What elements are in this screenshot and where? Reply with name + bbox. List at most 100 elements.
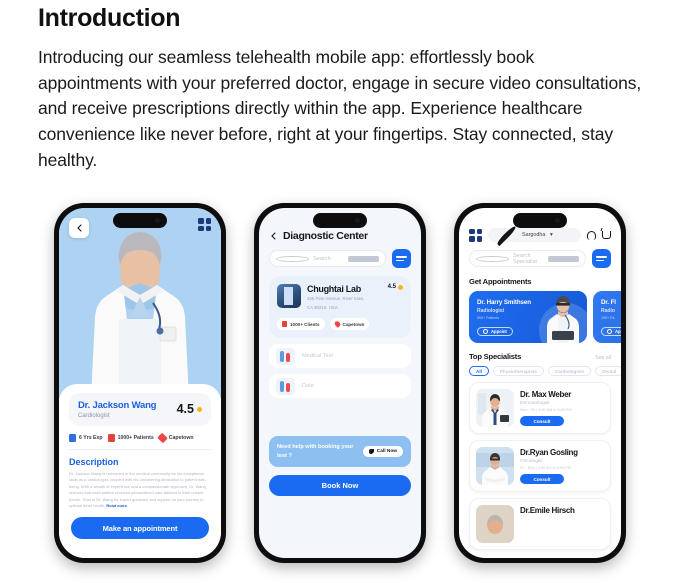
appointment-cards-carousel[interactable]: Dr. Harry Smithsen Radiologist 500+ Pati… <box>459 291 621 343</box>
appointment-doctor-patients: 100+ Pa <box>601 315 615 320</box>
microphone-icon[interactable] <box>348 255 379 262</box>
lab-chip: 1000+ Clients <box>277 318 325 331</box>
phone2-screen: Diagnostic Center Search Chughtai Lab 45… <box>259 208 421 558</box>
filter-chip-physiotherapists[interactable]: Physiotherapists <box>492 366 544 376</box>
description-body: Dr. Jackson Wang is renowned in the medi… <box>69 471 211 511</box>
bell-icon[interactable] <box>587 230 596 240</box>
filter-chip-cardiologists[interactable]: Cardiologists <box>547 366 592 376</box>
star-icon <box>398 284 403 290</box>
specialist-card[interactable]: Dr. Max Weber Dermatologist Mon - Fri | … <box>469 382 611 434</box>
appoint-label: Appoint <box>615 329 621 334</box>
consult-button[interactable]: Consult <box>520 416 564 426</box>
lab-summary: Chughtai Lab 455 Pine Avenue, River town… <box>277 284 403 311</box>
doctor-rating: 4.5 <box>177 402 202 416</box>
search-input[interactable]: Search <box>269 250 386 267</box>
call-now-button[interactable]: Call Now <box>362 446 403 458</box>
phone-mockup-home: Sargodha ▾ Search Specialist Get Appoint… <box>454 203 626 563</box>
lab-rating: 4.5 <box>388 284 403 290</box>
doctor-stat: 1000+ Patients <box>107 433 154 442</box>
chevron-left-icon <box>76 224 82 232</box>
see-all-link[interactable]: See all <box>595 355 611 361</box>
star-icon <box>197 406 202 412</box>
doctor-stat-label: 6 Yrs Exp <box>79 434 103 441</box>
filter-button[interactable] <box>592 249 611 268</box>
back-button[interactable] <box>69 218 89 238</box>
lab-address-line1: 455 Pine Avenue, River town, <box>307 296 365 301</box>
doctor-detail-sheet: Dr. Jackson Wang Cardiologist 4.5 6 Yrs … <box>59 384 221 558</box>
appointment-card[interactable]: Dr. Fl Radio 100+ Pa Appoint <box>593 291 621 343</box>
doctor-photo <box>476 389 514 427</box>
filter-chip-all[interactable]: All <box>469 366 489 376</box>
phone-mockup-diagnostic-center: Diagnostic Center Search Chughtai Lab 45… <box>254 203 426 563</box>
doctor-stat-label: Capetown <box>168 434 194 441</box>
lab-address-line2: CA 90210, USA <box>307 304 338 310</box>
lab-text: Chughtai Lab 455 Pine Avenue, River town… <box>307 284 365 311</box>
appointment-doctor-specialty: Radiologist <box>477 308 505 314</box>
consult-button[interactable]: Consult <box>520 474 564 484</box>
read-more-link[interactable]: Read more <box>106 503 127 508</box>
location-selector[interactable]: Sargodha ▾ <box>488 224 581 246</box>
specialist-photo <box>476 447 514 485</box>
appointment-card[interactable]: Dr. Harry Smithsen Radiologist 500+ Pati… <box>469 291 587 343</box>
appoint-button[interactable]: Appoint <box>601 327 621 336</box>
specialist-photo <box>476 505 514 543</box>
filter-button[interactable] <box>392 249 411 268</box>
grid-icon[interactable] <box>469 228 482 242</box>
microphone-icon[interactable] <box>548 255 579 262</box>
specialist-hours: Fri - Sun | 9:00 AM to 5:00 PM <box>520 466 572 470</box>
plus-circle-icon <box>607 329 612 334</box>
specialist-info: Dr. Max Weber Dermatologist Mon - Fri | … <box>520 389 604 426</box>
lab-chip-label: Capetown <box>342 321 365 327</box>
lab-card[interactable]: Chughtai Lab 455 Pine Avenue, River town… <box>269 276 411 339</box>
specialist-name: Dr. Max Weber <box>520 390 572 399</box>
specialty-filter-chips[interactable]: All Physiotherapists Cardiologists Denta… <box>459 366 621 382</box>
grid-icon[interactable] <box>198 218 211 231</box>
location-label: Sargodha <box>522 232 546 238</box>
appointment-doctor-specialty: Radio <box>601 308 615 314</box>
page-title: Introduction <box>38 4 181 32</box>
make-appointment-button[interactable]: Make an appointment <box>71 517 209 540</box>
phone2-search-row: Search <box>269 249 411 268</box>
phone1-screen: Dr. Jackson Wang Cardiologist 4.5 6 Yrs … <box>59 208 221 558</box>
filter-chip-dental[interactable]: Dental <box>595 366 621 376</box>
phone3-notch <box>513 213 567 228</box>
appointment-doctor-name: Dr. Fl <box>601 299 616 306</box>
lab-name: Chughtai Lab <box>307 284 361 294</box>
doctor-hero-image <box>59 208 221 398</box>
chevron-left-icon[interactable] <box>271 232 276 240</box>
doctor-identity: Dr. Jackson Wang Cardiologist <box>78 400 156 419</box>
lab-photo <box>277 284 301 308</box>
specialists-section-header: Top Specialists See all <box>459 343 621 366</box>
doctor-name: Dr. Jackson Wang <box>78 400 157 411</box>
description-text: Dr. Jackson Wang is renowned in the medi… <box>69 470 207 509</box>
search-placeholder: Search <box>313 255 331 262</box>
specialist-card[interactable]: Dr.Emile Hirsch <box>469 498 611 550</box>
specialist-card[interactable]: Dr.Ryan Gosling Oncologist Fri - Sun | 9… <box>469 440 611 492</box>
doctor-stat: 6 Yrs Exp <box>69 433 103 442</box>
phone-mockup-doctor-profile: Dr. Jackson Wang Cardiologist 4.5 6 Yrs … <box>54 203 226 563</box>
book-now-button[interactable]: Book Now <box>269 475 411 496</box>
search-input[interactable]: Search Specialist <box>469 250 586 267</box>
help-text: Need help with booking your test ? <box>277 444 354 459</box>
doctor-specialty: Cardiologist <box>78 412 110 419</box>
specialist-hours: Mon - Fri | 9:00 AM to 5:00 PM <box>520 408 572 412</box>
appointments-section-header: Get Appointments <box>459 268 621 291</box>
phone3-topbar: Sargodha ▾ <box>459 224 621 246</box>
plus-circle-icon <box>483 329 488 334</box>
phone-mockups-row: Dr. Jackson Wang Cardiologist 4.5 6 Yrs … <box>0 203 680 583</box>
phone-icon <box>368 449 374 455</box>
cart-icon[interactable] <box>602 231 611 239</box>
page-root: Introduction Introducing our seamless te… <box>0 0 680 583</box>
medical-test-field[interactable]: Medical Test <box>269 344 411 369</box>
intro-paragraph: Introducing our seamless telehealth mobi… <box>38 47 642 170</box>
home-screen: Sargodha ▾ Search Specialist Get Appoint… <box>459 208 621 558</box>
location-pin-icon <box>333 320 341 329</box>
specialist-info: Dr.Emile Hirsch <box>520 505 604 515</box>
appoint-button[interactable]: Appoint <box>477 327 513 336</box>
specialist-name: Dr.Emile Hirsch <box>520 506 575 515</box>
medical-test-illustration <box>276 347 295 365</box>
doctor-photo <box>476 505 514 543</box>
rating-value: 4.5 <box>176 402 194 417</box>
date-field[interactable]: Date <box>269 374 411 399</box>
appointments-heading: Get Appointments <box>469 277 532 286</box>
